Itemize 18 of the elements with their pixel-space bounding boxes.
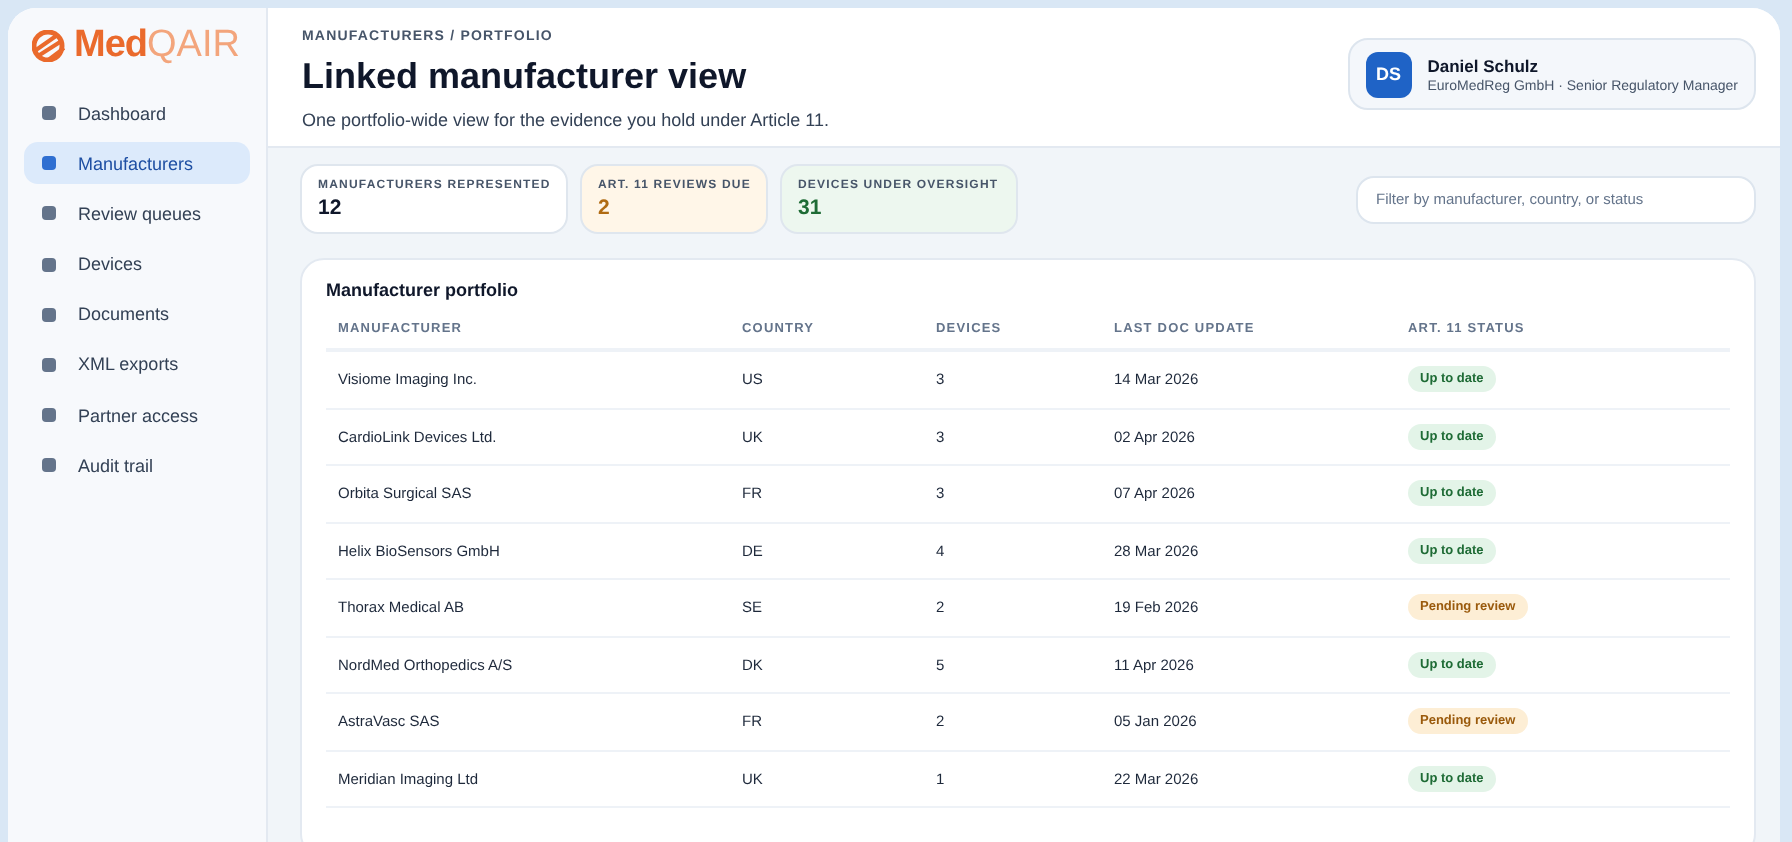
stat-value: 2	[598, 196, 612, 220]
sidebar-item[interactable]: Dashboard	[24, 92, 250, 134]
page-title: Linked manufacturer view	[302, 56, 749, 98]
sidebar-item[interactable]: Review queues	[24, 192, 250, 235]
page-subtitle: One portfolio-wide view for the evidence you hold under Article 11.	[302, 110, 829, 130]
user-avatar: DS	[1365, 51, 1412, 97]
table-title: Manufacturer portfolio	[326, 280, 520, 300]
user-name: Daniel Schulz	[1427, 55, 1541, 75]
stat-value: 31	[798, 196, 824, 220]
sidebar-item[interactable]: Manufacturers	[24, 142, 250, 185]
stat-value: 12	[318, 196, 344, 220]
sidebar-item[interactable]: Audit trail	[24, 444, 250, 487]
sidebar-item[interactable]: XML exports	[24, 343, 250, 386]
sidebar-item[interactable]: Partner access	[24, 394, 250, 437]
brand-name-suffix: QAIR	[147, 24, 240, 68]
brand-name: Med	[74, 24, 147, 68]
sidebar-item[interactable]: Devices	[24, 243, 250, 286]
sidebar-item[interactable]: Documents	[24, 293, 250, 336]
